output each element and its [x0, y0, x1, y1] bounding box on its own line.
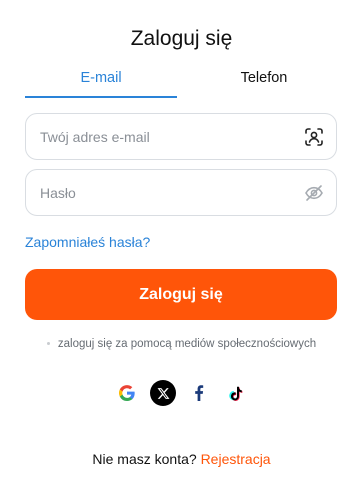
social-caption-text: zaloguj się za pomocą mediów społecznośc…	[57, 338, 317, 350]
tab-email[interactable]: E-mail	[25, 70, 177, 98]
password-input[interactable]	[40, 170, 290, 215]
email-field[interactable]	[25, 113, 337, 160]
register-link[interactable]: Rejestracja	[201, 451, 271, 467]
social-login-caption: zaloguj się za pomocą mediów społecznośc…	[0, 338, 363, 350]
password-field[interactable]	[25, 169, 337, 216]
register-prompt: Nie masz konta? Rejestracja	[0, 451, 363, 467]
tab-phone[interactable]: Telefon	[190, 70, 338, 98]
login-method-tabs: E-mail Telefon	[25, 70, 338, 98]
google-icon[interactable]	[114, 380, 140, 406]
bullet-dot	[46, 342, 50, 346]
page-title: Zaloguj się	[130, 27, 233, 50]
forgot-password-link[interactable]: Zapomniałeś hasła?	[25, 234, 150, 250]
tiktok-icon[interactable]	[222, 380, 248, 406]
face-scan-icon[interactable]	[304, 127, 324, 147]
social-login-buttons	[114, 380, 250, 406]
login-button[interactable]: Zaloguj się	[25, 269, 337, 320]
eye-off-icon[interactable]	[304, 183, 324, 203]
facebook-icon[interactable]	[186, 380, 212, 406]
register-question: Nie masz konta?	[92, 451, 197, 467]
email-input[interactable]	[40, 114, 290, 159]
x-icon[interactable]	[150, 380, 176, 406]
